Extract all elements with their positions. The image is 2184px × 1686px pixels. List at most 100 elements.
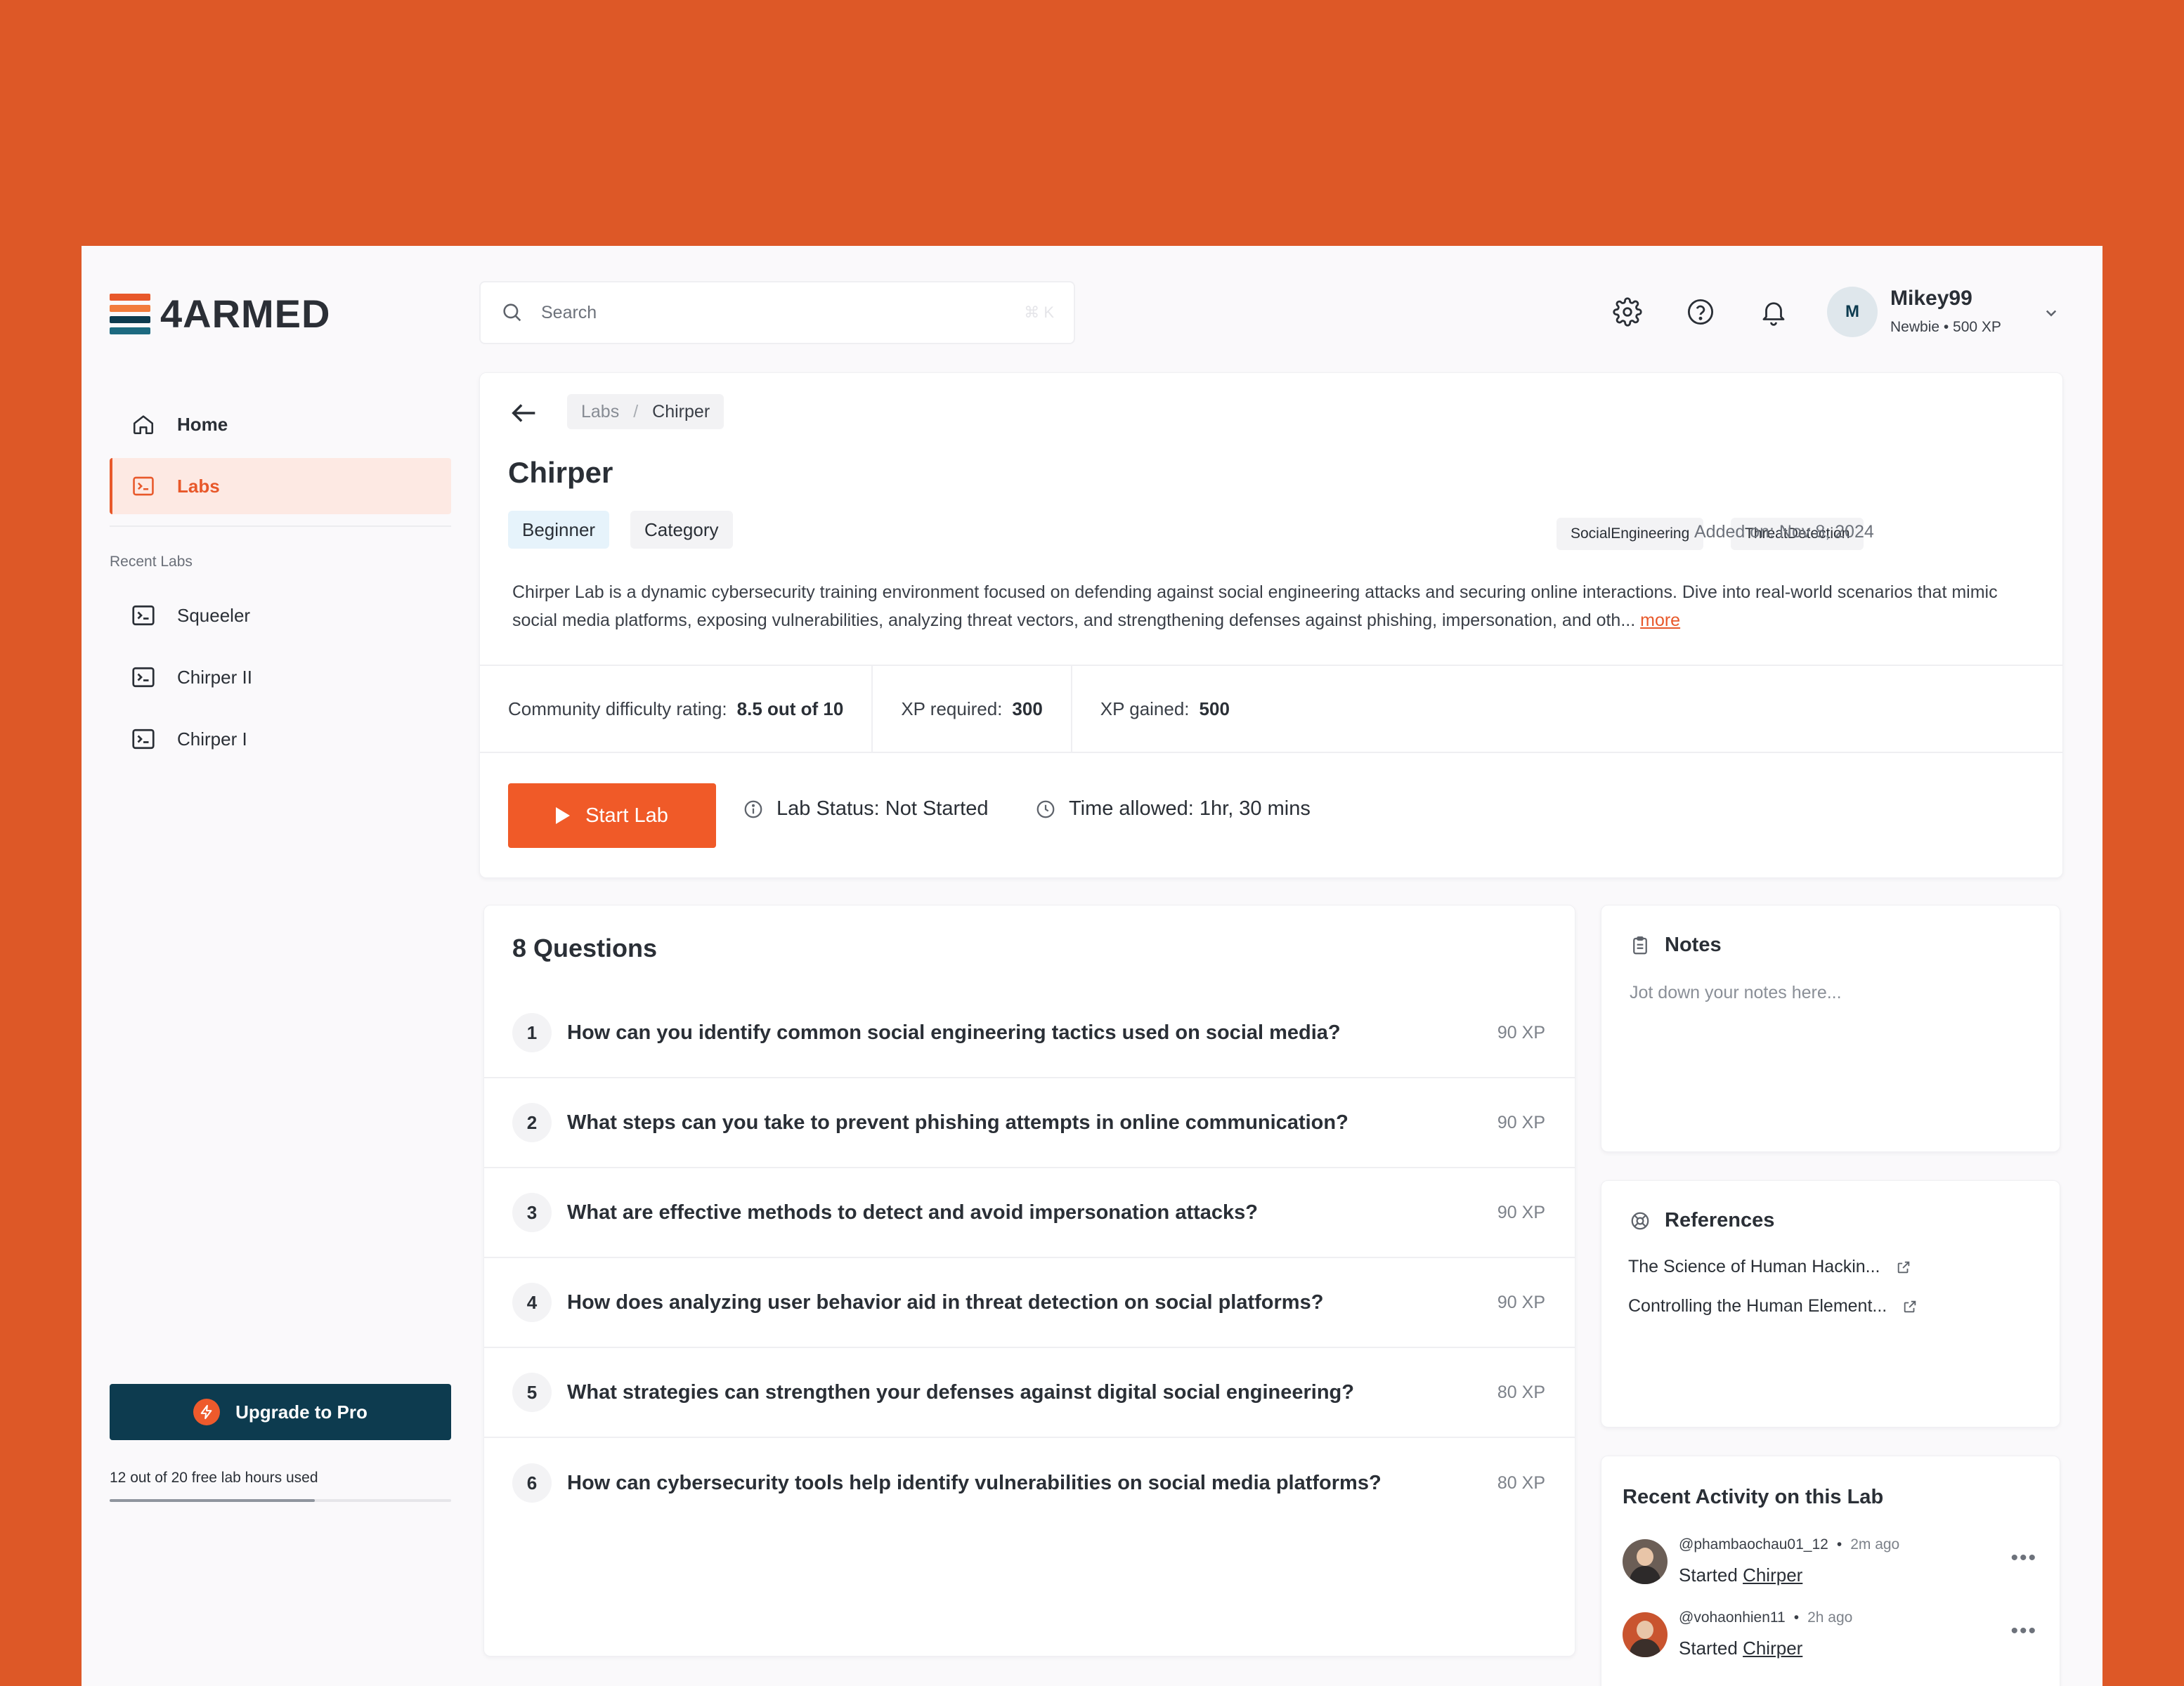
avatar[interactable]: M: [1827, 287, 1878, 337]
more-options-icon[interactable]: •••: [2010, 1546, 2037, 1570]
activity-time: 2h ago: [1807, 1609, 1853, 1626]
terminal-icon: [132, 605, 155, 626]
settings-button[interactable]: [1609, 294, 1646, 330]
activity-username[interactable]: @phambaochau01_12: [1679, 1536, 1828, 1553]
question-row[interactable]: 2 What steps can you take to prevent phi…: [484, 1078, 1575, 1168]
sidebar-item-label: Home: [177, 413, 228, 435]
notifications-button[interactable]: [1755, 294, 1792, 330]
question-row[interactable]: 1 How can you identify common social eng…: [484, 988, 1575, 1078]
reference-link[interactable]: The Science of Human Hackin...: [1628, 1257, 1911, 1277]
divider: [110, 525, 451, 527]
question-text: How can you identify common social engin…: [567, 1021, 1341, 1044]
notes-heading: Notes: [1630, 934, 1722, 957]
question-row[interactable]: 6 How can cybersecurity tools help ident…: [484, 1438, 1575, 1528]
level-badge: Beginner: [508, 511, 610, 549]
sidebar-item-labs[interactable]: Labs: [110, 458, 451, 514]
question-xp: 90 XP: [1497, 1292, 1545, 1312]
gear-icon: [1613, 297, 1642, 327]
bell-icon: [1762, 302, 1785, 326]
activity-user-line: @phambaochau01_12 • 2m ago: [1679, 1536, 1900, 1553]
lab-stats: Community difficulty rating: 8.5 out of …: [480, 665, 2062, 753]
activity-username[interactable]: @vohaonhien11: [1679, 1609, 1786, 1626]
stat-difficulty: Community difficulty rating: 8.5 out of …: [480, 666, 873, 752]
stat-value: 8.5 out of 10: [736, 698, 844, 719]
more-options-icon[interactable]: •••: [2010, 1619, 2037, 1643]
lab-status-text: Lab Status: Not Started: [776, 797, 989, 820]
questions-card: 8 Questions 1 How can you identify commo…: [483, 905, 1575, 1656]
question-row[interactable]: 5 What strategies can strengthen your de…: [484, 1348, 1575, 1438]
home-icon: [131, 412, 156, 437]
question-text: What steps can you take to prevent phish…: [567, 1111, 1348, 1134]
references-heading: References: [1630, 1209, 1774, 1232]
external-link-icon: [1897, 1261, 1909, 1273]
added-date: Added on: Nov 8, 2024: [1694, 522, 1874, 542]
start-lab-button[interactable]: Start Lab: [508, 783, 716, 848]
recent-lab-item[interactable]: Chirper I: [110, 708, 451, 770]
search-icon: [503, 303, 521, 322]
question-number: 4: [512, 1283, 552, 1322]
activity-verb: Started: [1679, 1638, 1738, 1659]
recent-lab-item[interactable]: Squeeler: [110, 584, 451, 646]
stat-xp-gained: XP gained: 500: [1072, 666, 1258, 752]
help-button[interactable]: [1682, 294, 1719, 330]
question-number: 1: [512, 1013, 552, 1052]
activity-lab-link[interactable]: Chirper: [1743, 1638, 1802, 1659]
question-xp: 90 XP: [1497, 1112, 1545, 1132]
stat-xp-required: XP required: 300: [873, 666, 1072, 752]
back-arrow-icon[interactable]: [508, 397, 540, 429]
recent-lab-label: Chirper II: [177, 666, 252, 688]
breadcrumb: Labs / Chirper: [567, 394, 724, 429]
external-link-icon: [1904, 1300, 1916, 1312]
reference-text: The Science of Human Hackin...: [1628, 1257, 1880, 1276]
question-number: 2: [512, 1103, 552, 1142]
category-badge: Category: [630, 511, 733, 549]
question-xp: 80 XP: [1497, 1472, 1545, 1493]
activity-lab-link[interactable]: Chirper: [1743, 1564, 1802, 1586]
lifebuoy-icon: [1631, 1212, 1649, 1229]
question-row[interactable]: 4 How does analyzing user behavior aid i…: [484, 1258, 1575, 1348]
questions-heading: 8 Questions: [512, 934, 658, 962]
sidebar-item-home[interactable]: Home: [110, 396, 451, 452]
terminal-icon: [132, 728, 155, 750]
search-shortcut: ⌘ K: [1024, 303, 1054, 321]
brand-name: 4ARMED: [160, 292, 331, 336]
references-title: References: [1665, 1209, 1775, 1231]
activity-item: @phambaochau01_12 • 2m ago Started Chirper…: [1623, 1536, 2044, 1593]
question-number: 6: [512, 1463, 552, 1503]
brand-logo[interactable]: 4ARMED: [110, 291, 330, 336]
upgrade-to-pro-button[interactable]: Upgrade to Pro: [110, 1384, 451, 1440]
avatar[interactable]: [1623, 1539, 1668, 1584]
help-icon: [1687, 299, 1714, 325]
stat-label: XP gained:: [1100, 698, 1190, 719]
breadcrumb-current: Chirper: [652, 401, 710, 422]
play-icon: [556, 807, 571, 824]
reference-link[interactable]: Controlling the Human Element...: [1628, 1296, 1918, 1316]
terminal-icon: [131, 473, 156, 499]
activity-user-line: @vohaonhien11 • 2h ago: [1679, 1609, 1853, 1626]
question-text: How does analyzing user behavior aid in …: [567, 1290, 1324, 1314]
stat-label: Community difficulty rating:: [508, 698, 727, 719]
activity-action: Started Chirper: [1679, 1638, 1802, 1659]
avatar[interactable]: [1623, 1612, 1668, 1657]
recent-lab-item[interactable]: Chirper II: [110, 646, 451, 708]
references-card: References The Science of Human Hackin..…: [1601, 1180, 2060, 1427]
question-xp: 90 XP: [1497, 1022, 1545, 1043]
sidebar-item-label: Labs: [177, 475, 220, 497]
search-input[interactable]: Search ⌘ K: [479, 281, 1075, 344]
stat-value: 500: [1199, 698, 1230, 719]
clipboard-icon: [1633, 936, 1647, 954]
app-window: 4ARMED Home Labs Recent Labs Squeeler Ch…: [82, 246, 2102, 1686]
question-row[interactable]: 3 What are effective methods to detect a…: [484, 1168, 1575, 1258]
activity-action: Started Chirper: [1679, 1564, 1802, 1586]
notes-textarea[interactable]: Jot down your notes here...: [1630, 983, 1842, 1003]
search-placeholder: Search: [541, 302, 597, 322]
notes-card: Notes Jot down your notes here...: [1601, 905, 2060, 1152]
breadcrumb-labs[interactable]: Labs: [581, 402, 619, 422]
question-number: 3: [512, 1193, 552, 1232]
chevron-down-icon[interactable]: [2041, 302, 2062, 323]
clock-icon: [1036, 800, 1055, 818]
question-xp: 90 XP: [1497, 1202, 1545, 1222]
user-name[interactable]: Mikey99: [1890, 287, 1972, 311]
recent-activity-card: Recent Activity on this Lab @phambaochau…: [1601, 1456, 2060, 1686]
read-more-link[interactable]: more: [1640, 610, 1680, 630]
